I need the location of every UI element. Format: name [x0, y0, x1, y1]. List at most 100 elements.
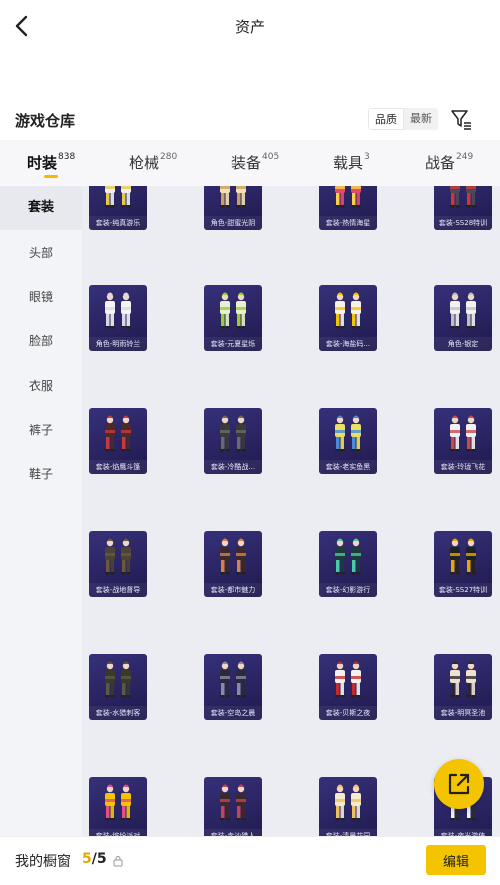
item-card[interactable]: 套装-焰鹰斗篷 [89, 408, 147, 474]
showcase-count: 5/5 [82, 851, 107, 867]
outfit-thumbnail [335, 784, 361, 821]
outfit-thumbnail [105, 784, 131, 821]
item-card[interactable]: 角色-明雨铃兰 [89, 285, 147, 351]
tab-count: 405 [262, 152, 280, 162]
item-card[interactable]: 套装-热情海星 [319, 186, 377, 230]
sort-latest-button[interactable]: 最新 [404, 108, 438, 130]
item-card[interactable]: 套装-冷酷战... [204, 408, 262, 474]
outfit-thumbnail [335, 415, 361, 452]
outfit-thumbnail [450, 661, 476, 698]
item-card[interactable]: 套装-赤沙猎人 [204, 777, 262, 836]
item-card[interactable]: 套装-水猎刺客 [89, 654, 147, 720]
tab-supplies[interactable]: 战备249 [425, 152, 473, 173]
sidebar-item-face[interactable]: 脸部 [0, 319, 82, 363]
outfit-thumbnail [105, 538, 131, 575]
lock-icon [113, 856, 123, 867]
filter-icon[interactable] [450, 108, 472, 130]
outfit-thumbnail [450, 186, 476, 208]
outfit-thumbnail [105, 661, 131, 698]
item-card[interactable]: 套装-玲珑飞花 [434, 408, 492, 474]
tab-equipment[interactable]: 装备405 [231, 152, 279, 173]
item-name: 套装-幻影游行 [319, 583, 377, 597]
item-card[interactable]: 套装-战地督导 [89, 531, 147, 597]
tab-fashion[interactable]: 时装838 [27, 152, 75, 173]
item-name: 套装-夜光游侠 [434, 829, 492, 836]
item-name: 角色-甜蜜光阴 [204, 216, 262, 230]
sidebar-item-shoes[interactable]: 鞋子 [0, 452, 82, 496]
item-grid: 套装-纯真游乐 角色-甜蜜光阴 套装-热情海星 套装-SS28特训 角色-明雨铃兰 套装-… [82, 186, 500, 836]
item-card[interactable]: 套装-清晨花园 [319, 777, 377, 836]
category-tabs: 时装838 枪械280 装备405 载具3 战备249 [0, 140, 500, 186]
item-card[interactable]: 套装-SS27特训 [434, 531, 492, 597]
outfit-thumbnail [220, 784, 246, 821]
item-name: 套装-元夏星烁 [204, 337, 262, 351]
item-name: 套装-赤沙猎人 [204, 829, 262, 836]
outfit-thumbnail [105, 292, 131, 329]
outfit-thumbnail [105, 186, 131, 208]
tab-vehicles[interactable]: 载具3 [333, 152, 370, 173]
outfit-thumbnail [220, 415, 246, 452]
showcase-current: 5 [82, 851, 92, 867]
item-card[interactable]: 套装-幻影游行 [319, 531, 377, 597]
item-name: 套装-SS28特训 [434, 216, 492, 230]
item-card[interactable]: 套装-明冥圣池 [434, 654, 492, 720]
top-bar: 资产 [0, 0, 500, 52]
item-card[interactable]: 套装-元夏星烁 [204, 285, 262, 351]
item-card[interactable]: 套装-都市魅力 [204, 531, 262, 597]
item-name: 套装-老实鱼黑 [319, 460, 377, 474]
tab-label: 时装 [27, 154, 58, 172]
item-card[interactable]: 套装-空岛之晨 [204, 654, 262, 720]
item-name: 套装-SS27特训 [434, 583, 492, 597]
outfit-thumbnail [335, 186, 361, 208]
item-name: 套装-明冥圣池 [434, 706, 492, 720]
item-card[interactable]: 角色-甜蜜光阴 [204, 186, 262, 230]
item-name: 套装-玲珑飞花 [434, 460, 492, 474]
active-tab-indicator [44, 175, 58, 178]
item-card[interactable]: 套装-海盐码... [319, 285, 377, 351]
item-card[interactable]: 套装-纯真游乐 [89, 186, 147, 230]
item-card[interactable]: 套装-贝斯之夜 [319, 654, 377, 720]
item-name: 套装-水猎刺客 [89, 706, 147, 720]
outfit-thumbnail [335, 538, 361, 575]
tab-label: 战备 [425, 154, 456, 172]
item-name: 套装-海盐码... [319, 337, 377, 351]
sort-toggle: 品质 最新 [368, 108, 438, 130]
edit-button[interactable]: 编辑 [426, 845, 486, 875]
tab-label: 载具 [333, 154, 364, 172]
item-name: 角色-银定 [434, 337, 492, 351]
page-title: 资产 [234, 18, 265, 36]
tab-count: 249 [456, 152, 474, 162]
outfit-thumbnail [335, 292, 361, 329]
item-name: 套装-都市魅力 [204, 583, 262, 597]
item-card[interactable]: 套装-SS28特训 [434, 186, 492, 230]
item-name: 角色-明雨铃兰 [89, 337, 147, 351]
item-name: 套装-空岛之晨 [204, 706, 262, 720]
item-name: 套装-冷酷战... [204, 460, 262, 474]
showcase-max: 5 [96, 851, 107, 867]
share-icon [448, 773, 470, 795]
outfit-thumbnail [220, 661, 246, 698]
sidebar-item-head[interactable]: 头部 [0, 231, 82, 275]
sidebar-item-glasses[interactable]: 眼镜 [0, 275, 82, 319]
share-button[interactable] [434, 759, 484, 809]
sidebar-item-clothes[interactable]: 衣服 [0, 364, 82, 408]
outfit-thumbnail [220, 292, 246, 329]
tab-label: 枪械 [129, 154, 160, 172]
item-name: 套装-贝斯之夜 [319, 706, 377, 720]
outfit-thumbnail [450, 538, 476, 575]
sidebar-item-suits[interactable]: 套装 [0, 186, 82, 230]
item-card[interactable]: 套装-缤纷派对 [89, 777, 147, 836]
bottom-bar: 我的橱窗 5/5 编辑 [0, 836, 500, 885]
showcase-label: 我的橱窗 [15, 854, 71, 870]
sidebar-item-pants[interactable]: 裤子 [0, 408, 82, 452]
outfit-thumbnail [335, 661, 361, 698]
item-name: 套装-缤纷派对 [89, 829, 147, 836]
item-name: 套装-热情海星 [319, 216, 377, 230]
item-name: 套装-焰鹰斗篷 [89, 460, 147, 474]
item-card[interactable]: 套装-老实鱼黑 [319, 408, 377, 474]
outfit-thumbnail [450, 292, 476, 329]
tab-guns[interactable]: 枪械280 [129, 152, 177, 173]
item-card[interactable]: 角色-银定 [434, 285, 492, 351]
asset-page: 资产 游戏仓库 品质 最新 时装838 枪械280 装备405 载具3 战备24… [0, 0, 500, 885]
sort-quality-button[interactable]: 品质 [368, 108, 404, 130]
